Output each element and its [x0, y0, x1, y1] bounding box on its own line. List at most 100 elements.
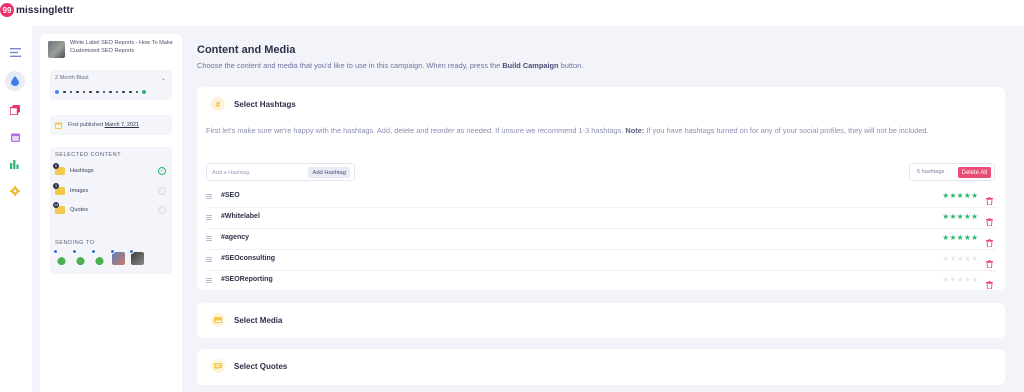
- copy-icon[interactable]: [5, 100, 25, 120]
- drag-handle-icon[interactable]: [206, 278, 212, 283]
- first-published-text: First published March 7, 2021: [68, 122, 140, 128]
- profile-avatar[interactable]: [91, 249, 106, 265]
- campaign-select-value: 2 Month Blast: [55, 75, 89, 81]
- star-icon: ★: [971, 212, 978, 221]
- content-item-quotes[interactable]: 14 Quotes ✓: [53, 202, 166, 216]
- media-card[interactable]: Select Media: [197, 303, 1005, 338]
- hashtag-text: #SEO: [221, 192, 240, 199]
- chart-icon[interactable]: [5, 154, 25, 174]
- calendar-icon[interactable]: [5, 127, 25, 147]
- content-item-label: Hashtags: [70, 168, 94, 174]
- hashtag-count: 6 hashtags: [917, 169, 945, 175]
- hashtag-input[interactable]: [212, 167, 297, 178]
- hashtags-card-header[interactable]: # Select Hashtags: [211, 97, 296, 111]
- facebook-icon: [91, 249, 96, 254]
- post-thumbnail: [48, 41, 65, 58]
- star-icon: ★: [964, 191, 971, 200]
- timeline-dot: [76, 90, 79, 94]
- hashtags-card: # Select Hashtags First let's make sure …: [197, 87, 1005, 290]
- hashtag-text: #SEOconsulting: [221, 255, 276, 262]
- trash-icon[interactable]: [986, 276, 993, 290]
- quotes-card[interactable]: Select Quotes: [197, 349, 1005, 385]
- quotes-card-header[interactable]: Select Quotes: [211, 359, 287, 373]
- sending-to-heading: SENDING TO: [55, 240, 95, 246]
- linkedin-icon: [129, 249, 134, 254]
- star-icon: ★: [942, 254, 950, 263]
- image-icon: [211, 313, 225, 327]
- star-icon: ★: [942, 191, 950, 200]
- profile-avatar[interactable]: [110, 249, 125, 265]
- hashtag-text: #SEOReporting: [221, 276, 273, 283]
- calendar-icon: [55, 122, 62, 129]
- hashtags-card-title: Select Hashtags: [234, 99, 296, 109]
- menu-icon[interactable]: [5, 42, 25, 62]
- trash-icon[interactable]: [986, 234, 993, 248]
- media-card-header[interactable]: Select Media: [211, 313, 282, 327]
- trash-icon[interactable]: [986, 192, 993, 206]
- star-icon: ★: [971, 191, 978, 200]
- campaign-timeline: [55, 90, 147, 94]
- page-title: Content and Media: [197, 44, 296, 56]
- drag-handle-icon[interactable]: [206, 194, 212, 199]
- star-icon: ★: [949, 191, 957, 200]
- add-hashtag-button[interactable]: Add Hashtag: [308, 167, 350, 178]
- star-icon: ★: [942, 212, 950, 221]
- quote-icon: [211, 359, 225, 373]
- star-icon: ★: [956, 254, 964, 263]
- timeline-dot: [82, 90, 86, 94]
- drag-handle-icon[interactable]: [206, 257, 212, 262]
- campaign-select[interactable]: 2 Month Blast ⌄: [55, 75, 166, 82]
- hashtags-intro: First let's make sure we're happy with t…: [206, 126, 929, 135]
- hashtag-row[interactable]: #SEOconsulting ★ ★ ★ ★ ★: [206, 250, 996, 271]
- post-header: White Label SEO Reports - How To Make Cu…: [48, 40, 176, 58]
- drag-handle-icon[interactable]: [206, 236, 212, 241]
- hashtag-row[interactable]: #SEO ★ ★ ★ ★ ★: [206, 187, 996, 208]
- hashtag-icon: #: [211, 97, 225, 111]
- timeline-dot: [89, 90, 92, 94]
- droplet-icon[interactable]: [5, 71, 25, 91]
- twitter-icon: [53, 249, 58, 254]
- trash-icon[interactable]: [986, 255, 993, 269]
- hashtag-row[interactable]: #agency ★ ★ ★ ★ ★: [206, 229, 996, 250]
- hashtag-rating: ★ ★ ★ ★ ★: [942, 254, 978, 263]
- timeline-dot: [135, 90, 139, 94]
- timeline-dot: [95, 90, 99, 94]
- profile-avatar[interactable]: [53, 249, 68, 265]
- timeline-dot: [128, 90, 132, 94]
- timeline-dot: [115, 90, 119, 94]
- facebook-icon: [110, 249, 115, 254]
- star-icon: ★: [949, 275, 957, 284]
- hashtag-text: #agency: [221, 234, 250, 241]
- delete-all-button[interactable]: Delete All: [957, 167, 991, 178]
- page-subtitle: Choose the content and media that you'd …: [197, 61, 584, 70]
- star-icon: ★: [971, 275, 978, 284]
- hashtag-row[interactable]: #Whitelabel ★ ★ ★ ★ ★: [206, 208, 996, 229]
- hashtag-text: #Whitelabel: [221, 213, 260, 220]
- check-circle-icon: ✓: [158, 187, 166, 195]
- trash-icon[interactable]: [986, 213, 993, 227]
- content-item-images[interactable]: 3 Images ✓: [53, 183, 166, 197]
- hashtag-rating: ★ ★ ★ ★ ★: [942, 275, 978, 284]
- hashtag-row[interactable]: #SEOReporting ★ ★ ★ ★ ★: [206, 271, 996, 292]
- timeline-dot: [109, 90, 112, 94]
- content-item-hashtags[interactable]: 6 Hashtags ✓: [53, 163, 166, 177]
- drag-handle-icon[interactable]: [206, 215, 212, 220]
- star-icon: ★: [956, 233, 964, 242]
- profile-list: [53, 249, 150, 265]
- hashtag-count-box: 6 hashtags Delete All: [909, 163, 995, 181]
- folder-icon: 3: [53, 183, 65, 195]
- profile-avatar[interactable]: [72, 249, 87, 265]
- gear-icon[interactable]: [5, 181, 25, 201]
- timeline-dot: [55, 90, 59, 94]
- content-item-label: Images: [70, 188, 89, 194]
- first-published-box: First published March 7, 2021: [50, 115, 172, 135]
- folder-icon: 14: [53, 202, 65, 214]
- brand-logo[interactable]: 99 missinglettr: [0, 3, 74, 17]
- star-icon: ★: [942, 233, 950, 242]
- profile-avatar[interactable]: [129, 249, 144, 265]
- hashtag-rating: ★ ★ ★ ★ ★: [942, 191, 978, 200]
- icon-rail: [0, 26, 32, 392]
- sending-to-box: SENDING TO: [50, 234, 172, 274]
- media-card-title: Select Media: [234, 315, 283, 325]
- first-published-date[interactable]: March 7, 2021: [105, 122, 139, 128]
